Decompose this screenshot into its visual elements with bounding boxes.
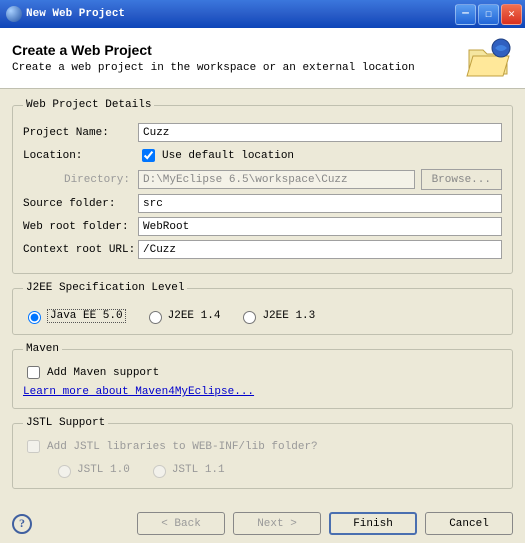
radio-jstl-10-input (58, 465, 71, 478)
learn-more-maven-link[interactable]: Learn more about Maven4MyEclipse... (23, 386, 254, 398)
minimize-button[interactable]: — (455, 4, 476, 25)
button-bar: ? < Back Next > Finish Cancel (0, 512, 525, 535)
context-root-input[interactable] (138, 240, 502, 259)
folder-globe-icon (465, 38, 513, 78)
context-root-label: Context root URL: (23, 244, 138, 256)
finish-button[interactable]: Finish (329, 512, 417, 535)
project-name-input[interactable] (138, 123, 502, 142)
maven-group: Maven Add Maven support Learn more about… (12, 343, 513, 409)
web-root-label: Web root folder: (23, 221, 138, 233)
add-jstl-checkbox (27, 440, 40, 453)
source-folder-label: Source folder: (23, 198, 138, 210)
radio-j2ee-13-input[interactable] (243, 311, 256, 324)
radio-jstl-10: JSTL 1.0 (53, 462, 130, 478)
add-maven-label: Add Maven support (47, 367, 159, 379)
app-icon (6, 6, 22, 22)
jstl-legend: JSTL Support (23, 417, 108, 429)
page-subtitle: Create a web project in the workspace or… (12, 62, 465, 74)
next-button: Next > (233, 512, 321, 535)
project-name-label: Project Name: (23, 127, 138, 139)
maximize-button[interactable]: ☐ (478, 4, 499, 25)
directory-input (138, 170, 415, 189)
web-root-input[interactable] (138, 217, 502, 236)
use-default-location-checkbox[interactable] (142, 149, 155, 162)
close-button[interactable]: ✕ (501, 4, 522, 25)
add-maven-checkbox[interactable] (27, 366, 40, 379)
dialog-header: Create a Web Project Create a web projec… (0, 28, 525, 89)
radio-java-ee-5-input[interactable] (28, 311, 41, 324)
window-title: New Web Project (26, 8, 453, 20)
use-default-location-label: Use default location (162, 150, 294, 162)
maven-legend: Maven (23, 343, 62, 355)
radio-java-ee-5[interactable]: Java EE 5.0 (23, 308, 126, 324)
location-label: Location: (23, 150, 138, 162)
j2ee-legend: J2EE Specification Level (23, 282, 187, 294)
radio-jstl-11-input (153, 465, 166, 478)
web-project-details-group: Web Project Details Project Name: Locati… (12, 99, 513, 274)
radio-jstl-11: JSTL 1.1 (148, 462, 225, 478)
j2ee-spec-group: J2EE Specification Level Java EE 5.0 J2E… (12, 282, 513, 335)
help-button[interactable]: ? (12, 514, 32, 534)
cancel-button[interactable]: Cancel (425, 512, 513, 535)
radio-j2ee-14-input[interactable] (149, 311, 162, 324)
title-bar: New Web Project — ☐ ✕ (0, 0, 525, 28)
source-folder-input[interactable] (138, 194, 502, 213)
radio-j2ee-13[interactable]: J2EE 1.3 (238, 308, 315, 324)
browse-button: Browse... (421, 169, 502, 190)
jstl-group: JSTL Support Add JSTL libraries to WEB-I… (12, 417, 513, 489)
details-legend: Web Project Details (23, 99, 154, 111)
page-title: Create a Web Project (12, 42, 465, 58)
back-button: < Back (137, 512, 225, 535)
radio-j2ee-14[interactable]: J2EE 1.4 (144, 308, 221, 324)
directory-label: Directory: (23, 174, 138, 186)
add-jstl-label: Add JSTL libraries to WEB-INF/lib folder… (47, 441, 318, 453)
